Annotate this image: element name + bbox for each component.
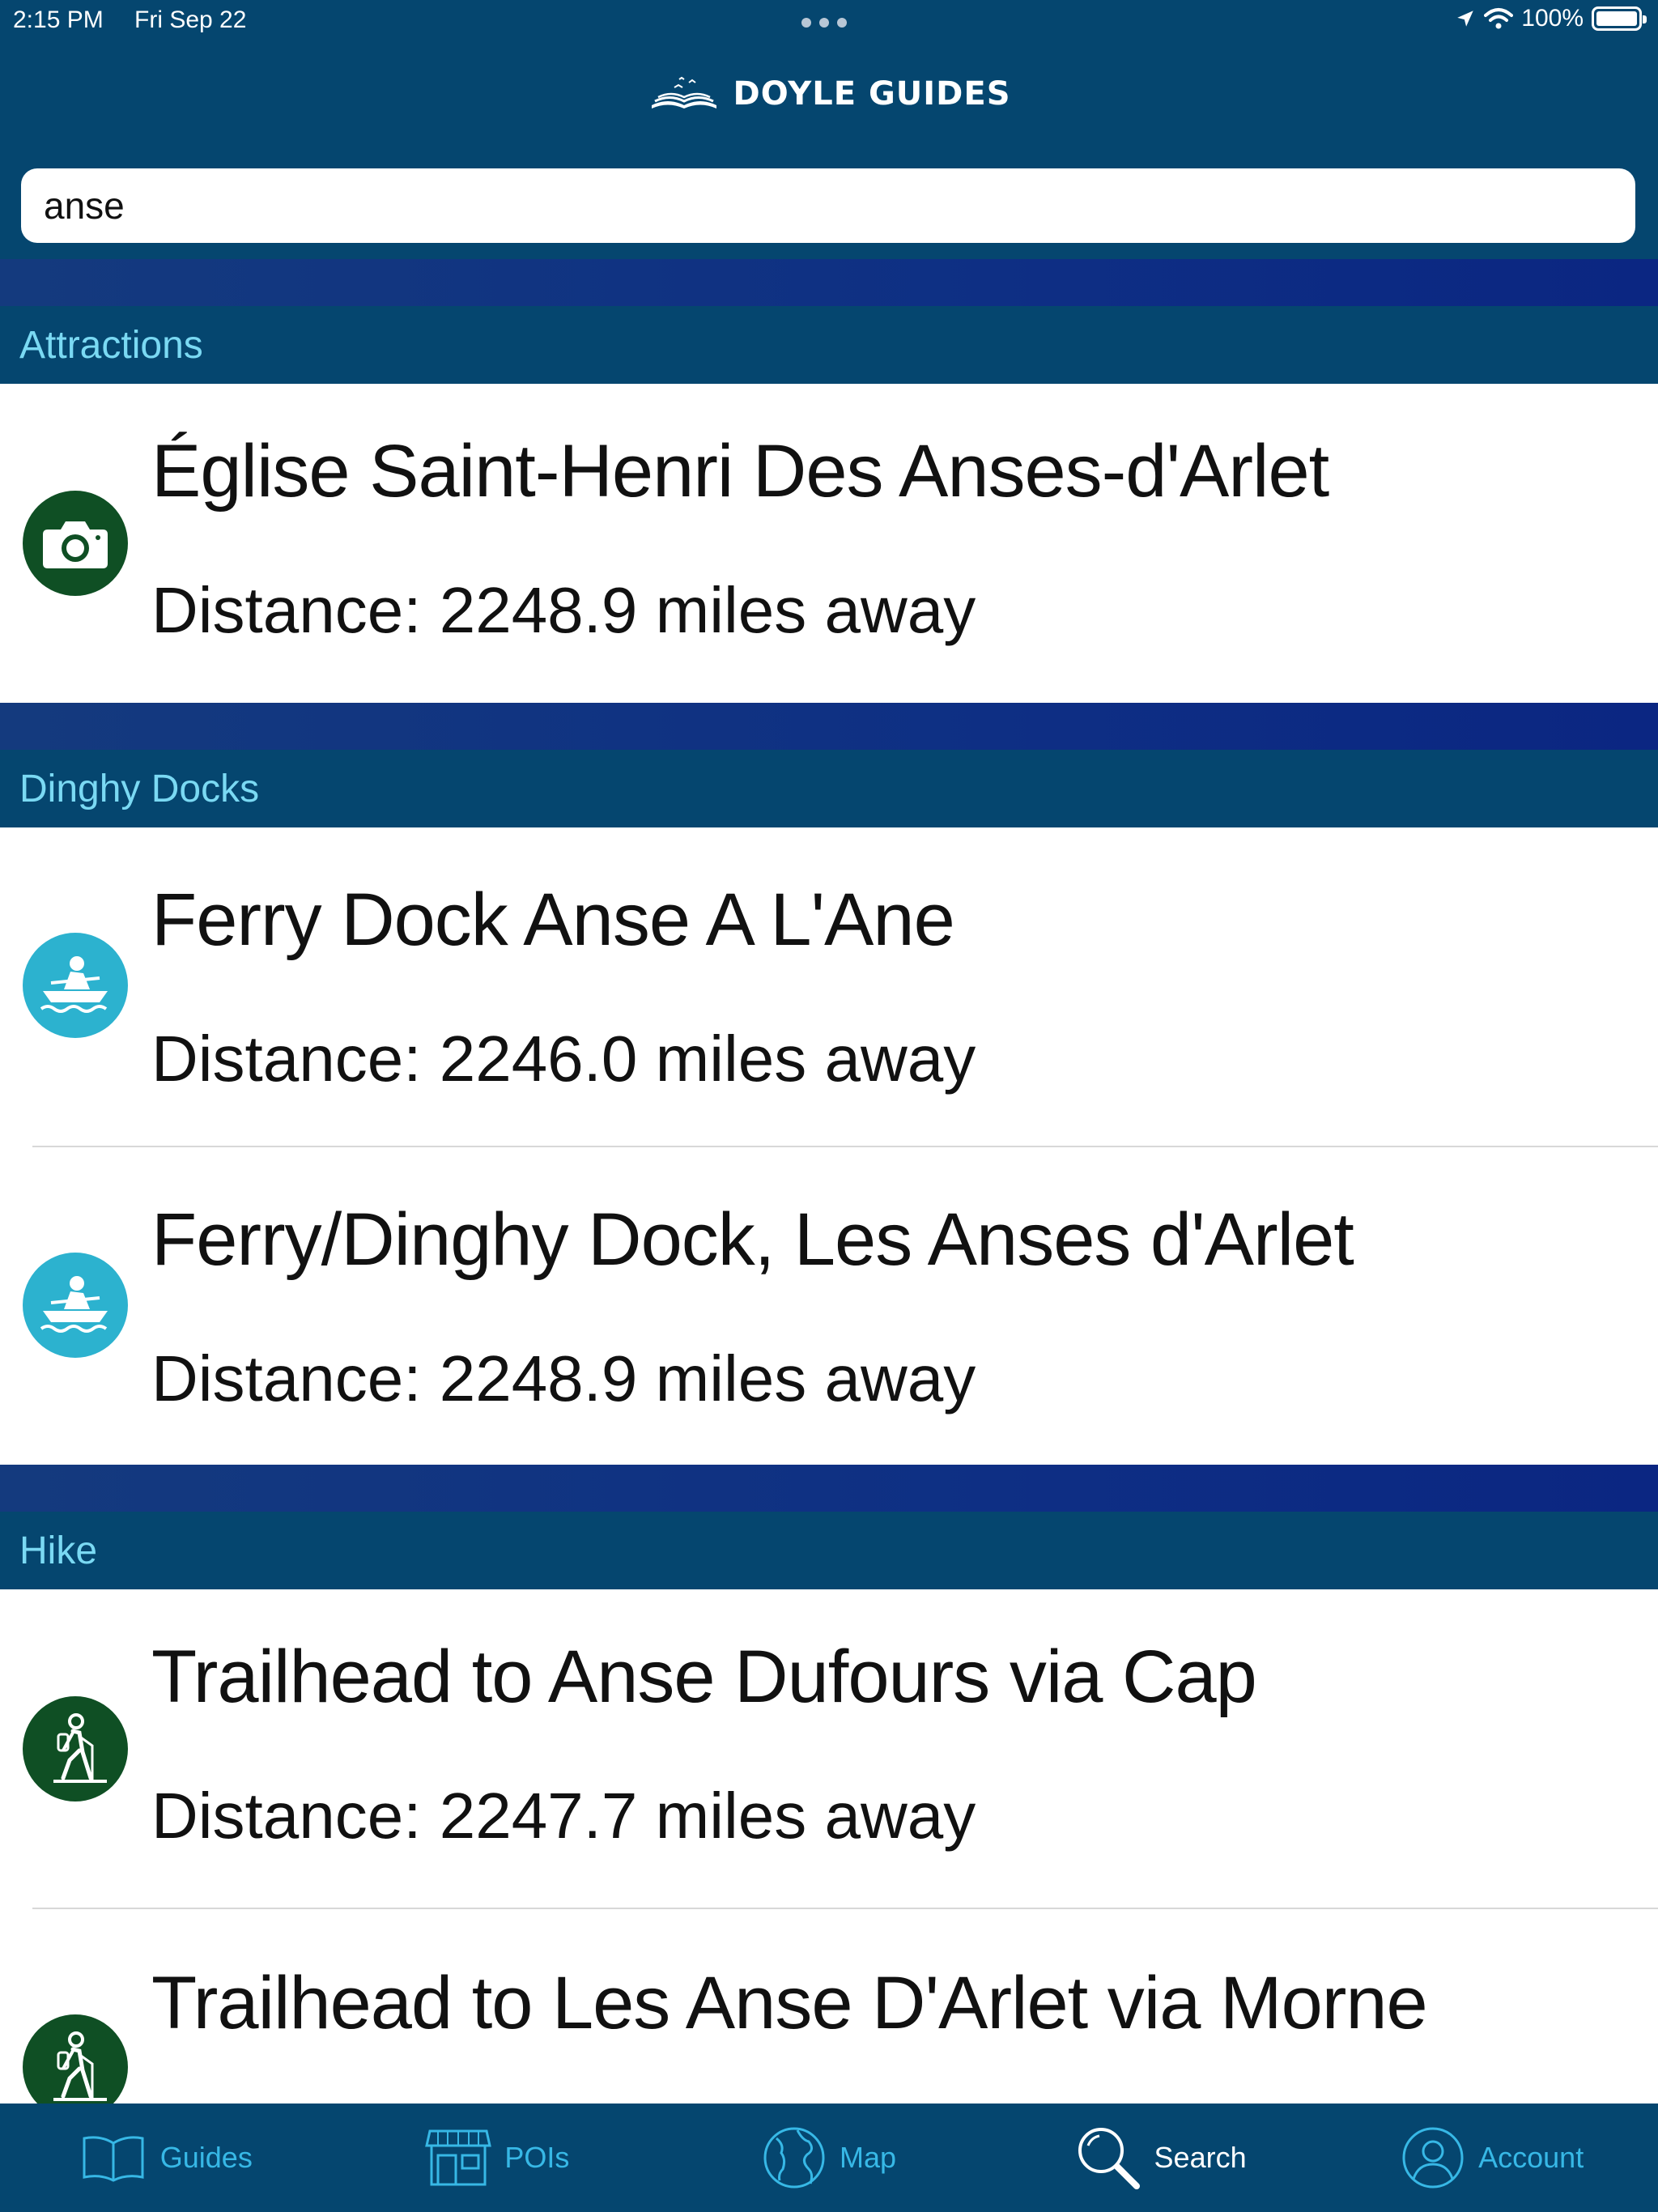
app-window: 2:15 PM Fri Sep 22 100% DOYLE GUIDES ans… xyxy=(0,0,1658,2212)
status-time: 2:15 PM xyxy=(13,6,104,33)
list-item[interactable]: Ferry Dock Anse A L'Ane Distance: 2246.0… xyxy=(0,827,1658,1146)
location-arrow-icon xyxy=(1457,11,1474,27)
tab-map[interactable]: Map xyxy=(663,2104,995,2212)
tab-guides[interactable]: Guides xyxy=(0,2104,332,2212)
open-book-logo-icon xyxy=(652,76,717,108)
tab-label: Search xyxy=(1154,2141,1247,2174)
status-right: 100% xyxy=(1455,5,1647,32)
tab-label: Account xyxy=(1478,2141,1584,2174)
item-title: Ferry/Dinghy Dock, Les Anses d'Arlet xyxy=(151,1198,1354,1281)
wifi-icon xyxy=(1484,8,1514,29)
tab-account[interactable]: Account xyxy=(1326,2104,1658,2212)
hiker-icon xyxy=(23,2014,128,2104)
item-title: Trailhead to Anse Dufours via Cap xyxy=(151,1636,1257,1718)
tab-label: Map xyxy=(839,2141,896,2174)
item-title: Église Saint-Henri Des Anses-d'Arlet xyxy=(151,430,1329,513)
item-distance: Distance: 2246.0 miles away xyxy=(151,1023,976,1095)
item-title: Trailhead to Les Anse D'Arlet via Morne xyxy=(151,1962,1428,2044)
section-band xyxy=(0,703,1658,750)
globe-icon xyxy=(763,2127,825,2189)
list-item[interactable]: Église Saint-Henri Des Anses-d'Arlet Dis… xyxy=(0,384,1658,703)
item-distance: Distance: 2247.7 miles away xyxy=(151,1780,976,1852)
item-distance: Distance: 2248.9 miles away xyxy=(151,574,976,646)
status-date: Fri Sep 22 xyxy=(134,6,247,33)
hiker-icon xyxy=(23,1696,128,1802)
brand-title: DOYLE GUIDES xyxy=(733,75,1011,113)
item-title: Ferry Dock Anse A L'Ane xyxy=(151,878,955,961)
tab-search[interactable]: Search xyxy=(995,2104,1327,2212)
tab-label: POIs xyxy=(504,2141,570,2174)
section-band xyxy=(0,259,1658,306)
item-distance: Distance: 2248.9 miles away xyxy=(151,1342,976,1414)
status-bar: 2:15 PM Fri Sep 22 100% xyxy=(0,0,1658,42)
multitasking-dots-icon[interactable] xyxy=(801,18,850,28)
book-icon xyxy=(83,2136,144,2182)
list-item[interactable]: Ferry/Dinghy Dock, Les Anses d'Arlet Dis… xyxy=(0,1147,1658,1465)
camera-icon xyxy=(23,491,128,596)
storefront-icon xyxy=(425,2129,492,2186)
rowboat-icon xyxy=(23,1253,128,1358)
list-item[interactable]: Trailhead to Les Anse D'Arlet via Morne xyxy=(0,1909,1658,2104)
search-icon xyxy=(1078,2128,1140,2189)
brand-logo: DOYLE GUIDES xyxy=(0,74,1658,113)
rowboat-icon xyxy=(23,933,128,1038)
search-input[interactable]: anse xyxy=(21,168,1635,243)
section-header-dinghy-docks: Dinghy Docks xyxy=(0,750,1658,827)
section-header-attractions: Attractions xyxy=(0,306,1658,384)
battery-icon xyxy=(1592,6,1647,31)
tab-pois[interactable]: POIs xyxy=(332,2104,664,2212)
tab-label: Guides xyxy=(159,2141,253,2174)
section-header-hike: Hike xyxy=(0,1512,1658,1589)
user-icon xyxy=(1402,2127,1464,2189)
list-item[interactable]: Trailhead to Anse Dufours via Cap Distan… xyxy=(0,1589,1658,1908)
battery-percent: 100% xyxy=(1521,5,1584,32)
section-band xyxy=(0,1465,1658,1512)
tab-bar: Guides POIs Map Search Account xyxy=(0,2104,1658,2212)
top-bar: 2:15 PM Fri Sep 22 100% DOYLE GUIDES ans… xyxy=(0,0,1658,259)
